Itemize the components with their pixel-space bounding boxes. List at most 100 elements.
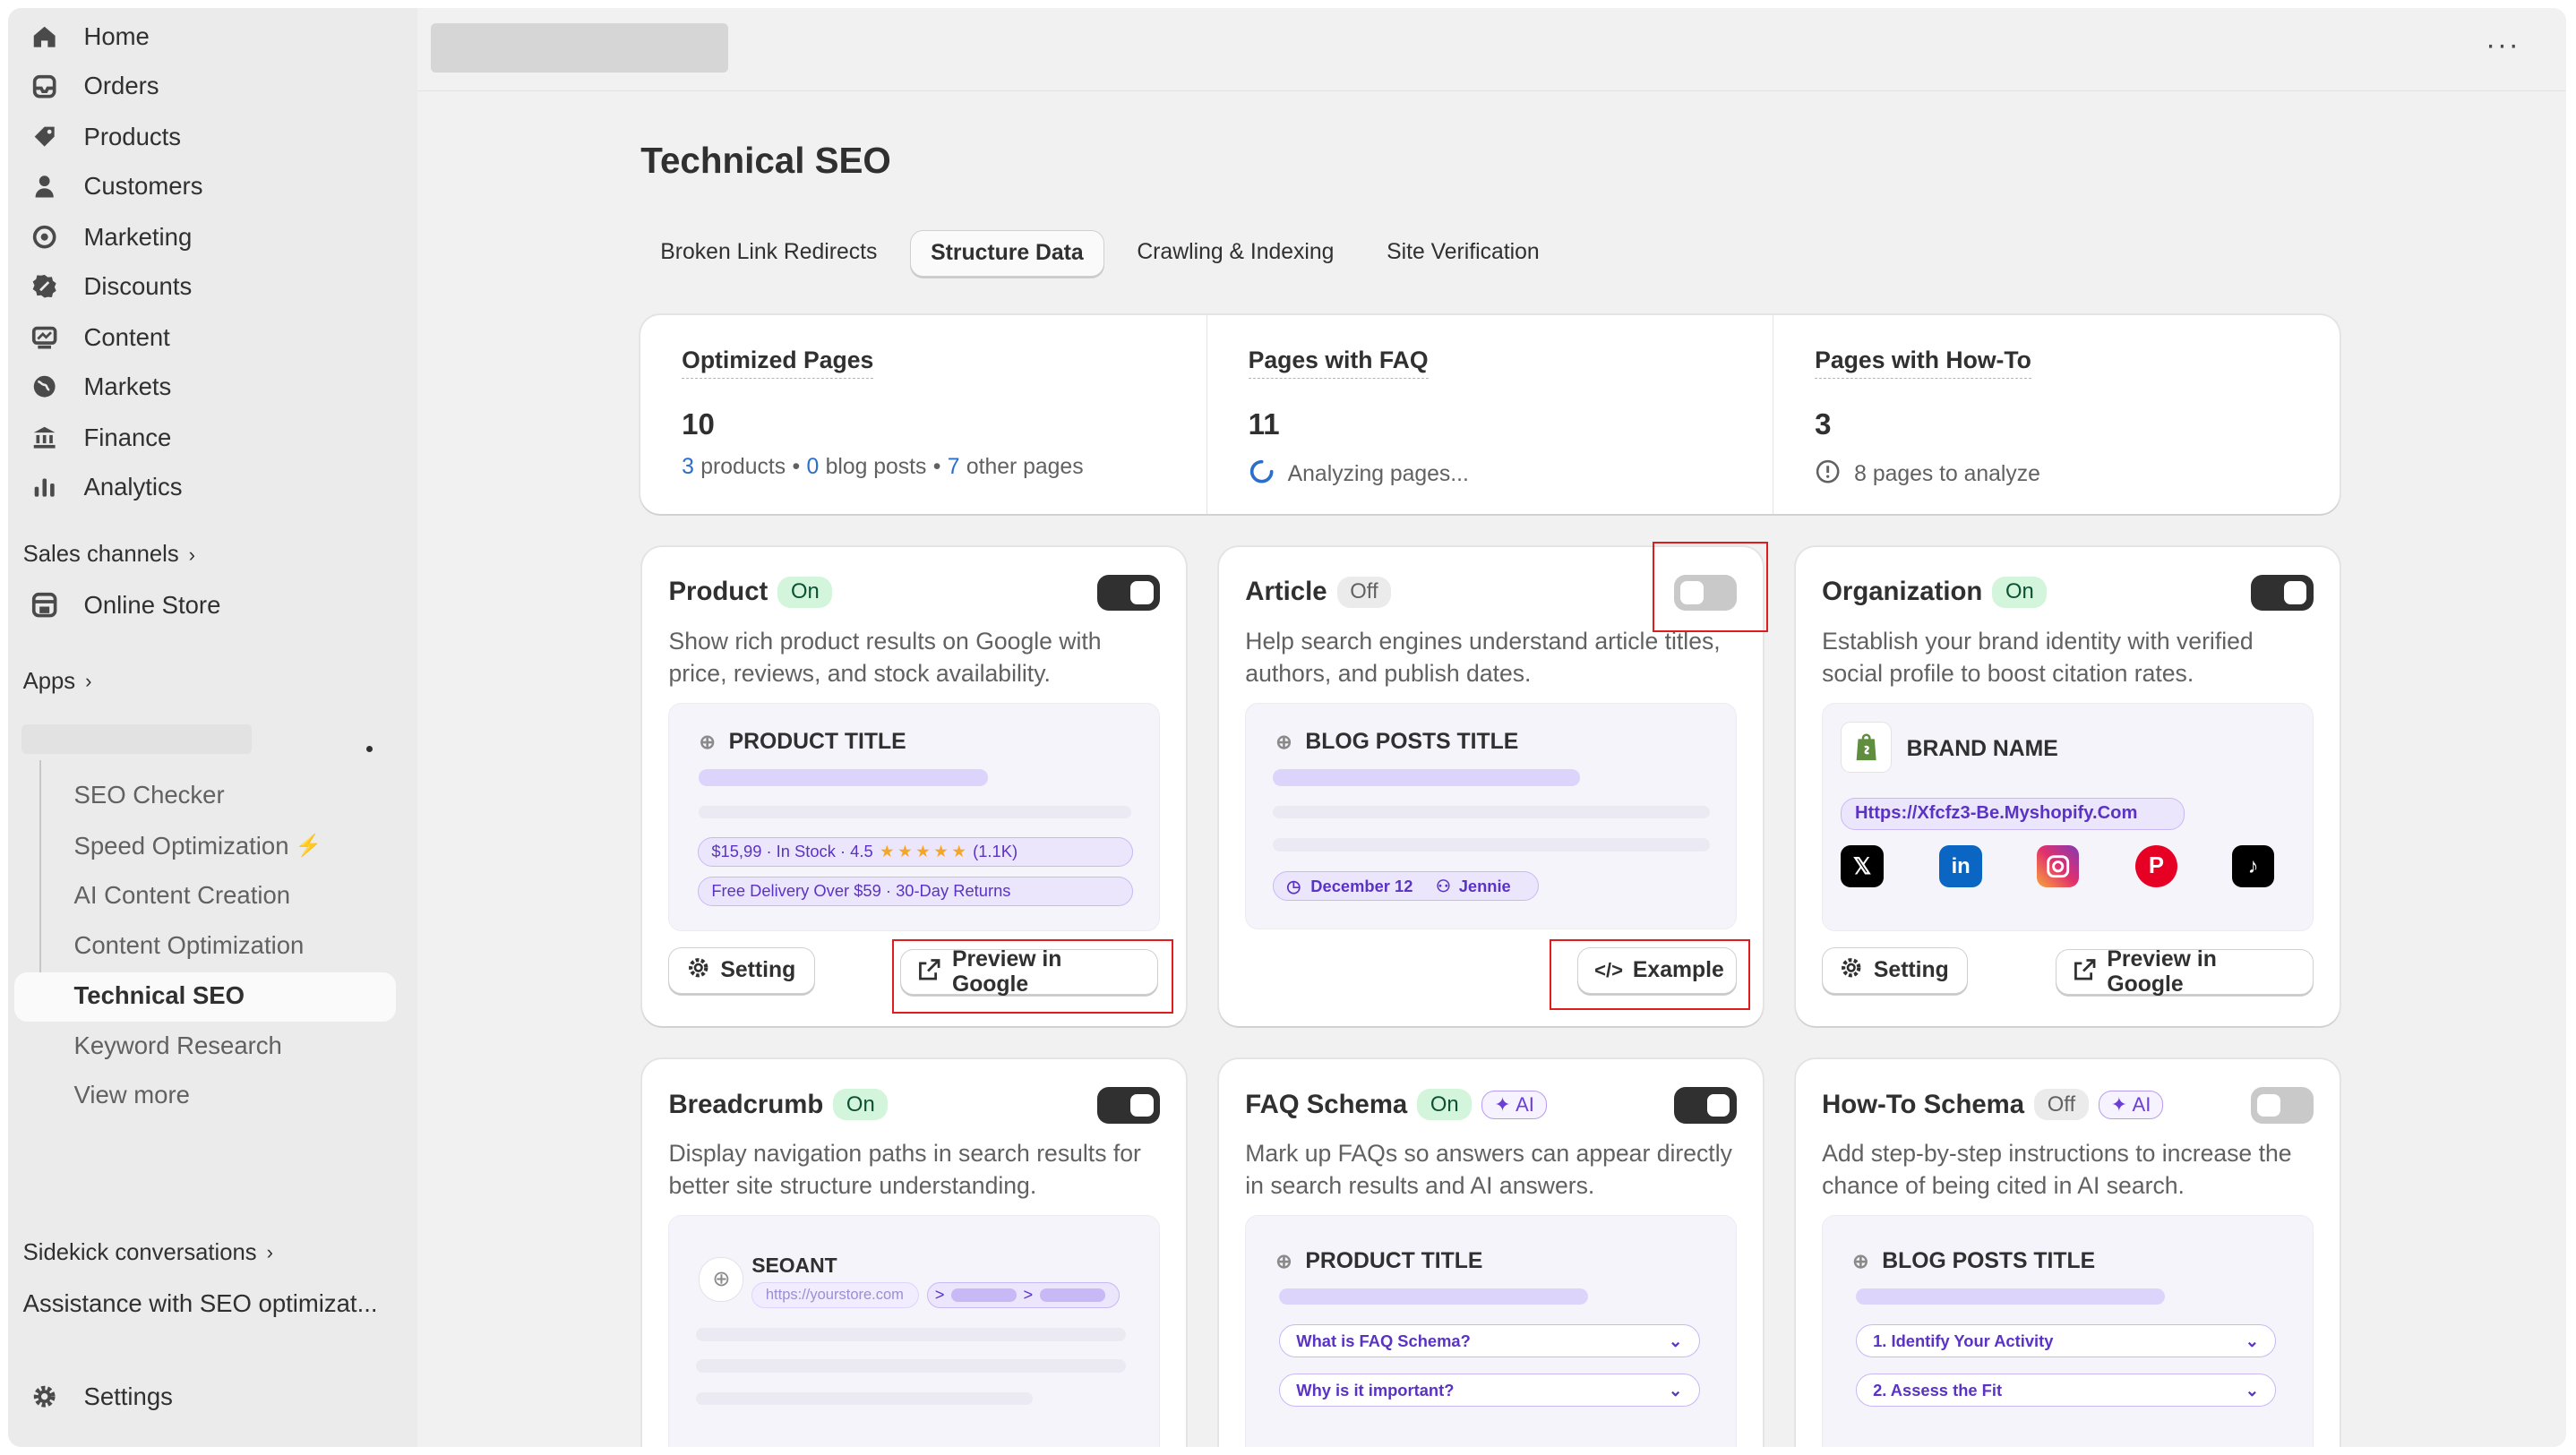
- stats-card: Optimized Pages 10 3 products • 0 blog po…: [640, 315, 2340, 515]
- star-rating-icon: ★★★★★: [879, 842, 970, 861]
- tab-crawling-indexing[interactable]: Crawling & Indexing: [1117, 230, 1353, 277]
- sidebar-item-label: Finance: [83, 423, 172, 451]
- linkedin-icon[interactable]: in: [1939, 844, 1982, 888]
- gear-icon: [686, 955, 711, 987]
- sidebar-item-label: Home: [83, 22, 150, 51]
- sidebar-subitem-ai-content[interactable]: AI Content Creation: [74, 872, 291, 918]
- sidekick-section[interactable]: Sidekick conversations ›: [23, 1240, 273, 1266]
- sparkle-icon: ✦: [2110, 1092, 2128, 1116]
- setting-button[interactable]: Setting: [1822, 947, 1969, 994]
- sidebar-item-discounts[interactable]: Discounts: [21, 262, 396, 310]
- sidebar-subitem-content-optimization[interactable]: Content Optimization: [74, 923, 305, 969]
- preview-in-google-button[interactable]: Preview in Google: [2055, 947, 2314, 997]
- product-preview: ⊕ PRODUCT TITLE $15,99 · In Stock · 4.5 ★…: [668, 703, 1161, 932]
- brand-name: BRAND NAME: [1906, 736, 2058, 761]
- sparkle-icon: ✦: [1494, 1092, 1511, 1116]
- card-title: Organization On: [1822, 576, 2048, 609]
- store-icon: [28, 589, 61, 622]
- highlight-box: [1653, 542, 1768, 633]
- howto-preview: ⊕ BLOG POSTS TITLE 1. Identify Your Activ…: [1822, 1215, 2314, 1447]
- setting-button[interactable]: Setting: [668, 947, 815, 994]
- sidebar-item-analytics[interactable]: Analytics: [21, 463, 396, 510]
- app-pin-dot: [366, 745, 374, 753]
- card-description: Help search engines understand article t…: [1245, 627, 1721, 687]
- chevron-down-icon: ⌄: [2245, 1380, 2259, 1399]
- sidebar-item-online-store[interactable]: Online Store: [21, 581, 396, 629]
- stat-label: Optimized Pages: [682, 347, 874, 379]
- sidebar: Home Orders Products Customers Marketing…: [8, 8, 417, 1447]
- sidebar-item-label: Analytics: [83, 472, 183, 501]
- sales-channels-section[interactable]: Sales channels ›: [23, 542, 195, 568]
- price-pill: $15,99 · In Stock · 4.5 ★★★★★ (1.1K): [697, 836, 1133, 867]
- sidebar-item-markets[interactable]: Markets: [21, 363, 396, 410]
- tiktok-icon[interactable]: ♪: [2231, 844, 2275, 888]
- card-faq-schema: FAQ Schema On ✦ AI Mark up FAQs so answers …: [1218, 1059, 1764, 1447]
- pinterest-icon[interactable]: P: [2134, 844, 2178, 888]
- person-icon: [28, 170, 61, 203]
- globe-icon: ⊕: [1275, 1249, 1292, 1272]
- blog-count-link[interactable]: 0: [807, 455, 820, 480]
- sidebar-subitem-view-more[interactable]: View more: [74, 1073, 190, 1118]
- status-badge: Off: [1336, 576, 1392, 609]
- article-preview: ⊕ BLOG POSTS TITLE ◷ December 12 ⚇ Jennie: [1245, 703, 1737, 930]
- sidebar-item-content[interactable]: Content: [21, 313, 396, 361]
- sidekick-conversation-item[interactable]: Assistance with SEO optimizat...: [23, 1289, 378, 1318]
- howto-accordion-item[interactable]: 1. Identify Your Activity ⌄: [1855, 1324, 2277, 1357]
- stat-pages-with-howto: Pages with How-To 3 8 pages to analyze: [1773, 315, 2340, 514]
- products-count-link[interactable]: 3: [682, 455, 694, 480]
- sidebar-item-orders[interactable]: Orders: [21, 63, 396, 110]
- sidebar-item-finance[interactable]: Finance: [21, 414, 396, 461]
- chevron-down-icon: ⌄: [2245, 1331, 2259, 1350]
- faq-accordion-item[interactable]: What is FAQ Schema? ⌄: [1278, 1324, 1700, 1357]
- ai-badge: ✦ AI: [2098, 1090, 2164, 1119]
- card-howto-schema: How-To Schema Off ✦ AI Add step-by-step ins…: [1795, 1059, 2340, 1447]
- stat-optimized-pages: Optimized Pages 10 3 products • 0 blog po…: [640, 315, 1207, 515]
- faq-accordion-item[interactable]: Why is it important? ⌄: [1278, 1374, 1700, 1408]
- sidebar-item-marketing[interactable]: Marketing: [21, 213, 396, 261]
- highlight-box: [1549, 939, 1750, 1011]
- stat-value: 3: [1815, 407, 1832, 441]
- sidebar-item-home[interactable]: Home: [21, 13, 396, 61]
- page-title: Technical SEO: [640, 139, 891, 181]
- bank-icon: [28, 421, 61, 454]
- sidebar-subitem-keyword-research[interactable]: Keyword Research: [74, 1023, 282, 1069]
- status-badge: On: [1992, 576, 2048, 609]
- gear-icon: [28, 1381, 61, 1414]
- external-link-icon: [2073, 957, 2098, 989]
- tab-site-verification[interactable]: Site Verification: [1367, 230, 1559, 277]
- howto-toggle[interactable]: [2250, 1087, 2314, 1124]
- spinner-icon: [1249, 458, 1275, 491]
- placeholder-bar: [1272, 805, 1710, 819]
- more-options-icon[interactable]: ···: [2486, 28, 2520, 62]
- ai-badge: ✦ AI: [1481, 1090, 1547, 1119]
- x-icon[interactable]: 𝕏: [1841, 844, 1884, 888]
- sidebar-item-customers[interactable]: Customers: [21, 163, 396, 210]
- sidebar-item-label: Markets: [83, 372, 172, 400]
- faq-toggle[interactable]: [1674, 1087, 1737, 1124]
- sidebar-item-products[interactable]: Products: [21, 114, 396, 161]
- store-url-pill: Https://Xfcfz3-Be.Myshopify.Com: [1841, 797, 2185, 831]
- organization-toggle[interactable]: [2250, 574, 2314, 612]
- tab-structure-data[interactable]: Structure Data: [910, 229, 1104, 277]
- sidebar-subitem-technical-seo[interactable]: Technical SEO: [74, 972, 245, 1018]
- sidebar-item-settings[interactable]: Settings: [21, 1373, 396, 1420]
- apps-section[interactable]: Apps ›: [23, 669, 92, 695]
- highlight-box: [891, 939, 1173, 1014]
- sidebar-subitem-seo-checker[interactable]: SEO Checker: [74, 772, 225, 817]
- stat-status: 8 pages to analyze: [1815, 458, 2040, 491]
- site-url-pill: https://yourstore.com: [751, 1281, 920, 1308]
- clock-icon: ◷: [1286, 876, 1301, 895]
- other-count-link[interactable]: 7: [948, 455, 960, 480]
- placeholder-bar: [1855, 1288, 2165, 1305]
- sidebar-subitem-speed-optimization[interactable]: Speed Optimization ⚡: [74, 823, 322, 869]
- product-toggle[interactable]: [1097, 574, 1160, 612]
- breadcrumb-toggle[interactable]: [1097, 1087, 1160, 1124]
- main-content: ··· Technical SEO Broken Link Redirects …: [416, 8, 2566, 1447]
- instagram-icon[interactable]: [2036, 844, 2080, 888]
- howto-accordion-item[interactable]: 2. Assess the Fit ⌄: [1855, 1374, 2277, 1408]
- chevron-right-icon: ›: [188, 543, 195, 566]
- stat-status: Analyzing pages...: [1249, 458, 1469, 491]
- tab-broken-link-redirects[interactable]: Broken Link Redirects: [640, 230, 897, 277]
- top-bar: ···: [416, 8, 2566, 91]
- stat-value: 10: [682, 407, 715, 441]
